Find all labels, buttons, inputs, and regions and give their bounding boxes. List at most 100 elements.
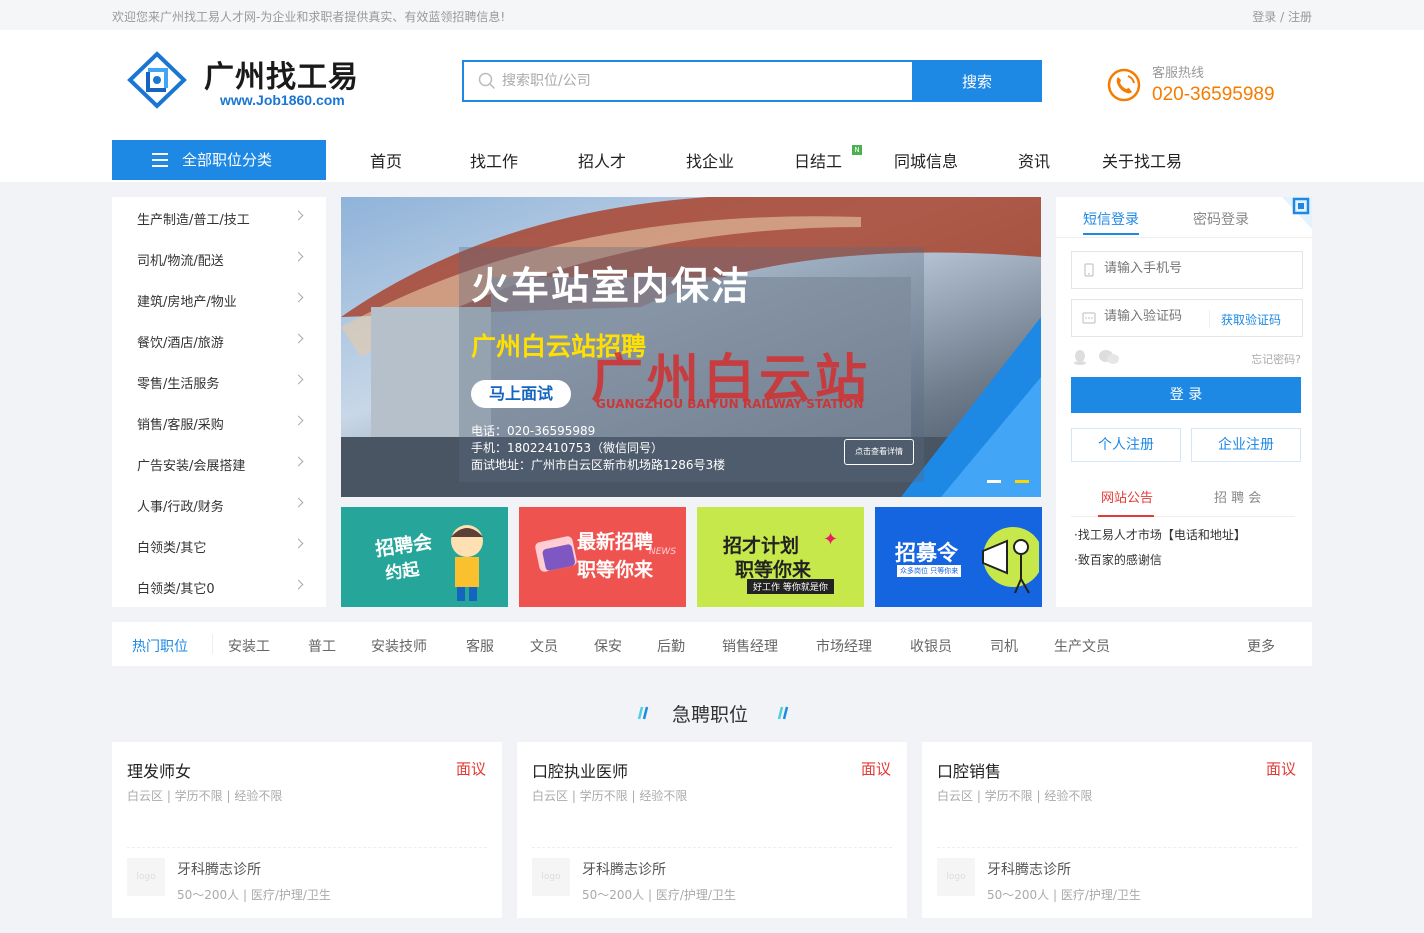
- promo-tile-fair[interactable]: 招聘会 约起: [341, 507, 508, 607]
- job-salary: 面议: [455, 760, 486, 778]
- tab-notice[interactable]: 网站公告: [1101, 487, 1153, 506]
- category-item[interactable]: 人事/行政/财务: [112, 484, 326, 525]
- auth-links: 登录 / 注册: [1252, 8, 1312, 25]
- promo-tile-recruit[interactable]: 招募令 众多岗位 只等你来: [875, 507, 1042, 607]
- category-item[interactable]: 零售/生活服务: [112, 361, 326, 402]
- category-item[interactable]: 销售/客服/采购: [112, 402, 326, 443]
- company-name[interactable]: 牙科腾志诊所: [987, 859, 1071, 879]
- promo-tile-latest[interactable]: 最新招聘 职等你来 NEWS: [519, 507, 686, 607]
- promo-tile-plan[interactable]: 招才计划 职等你来 好工作 等你就是你 ✦: [697, 507, 864, 607]
- chevron-right-icon: [293, 292, 304, 303]
- tab-password-login[interactable]: 密码登录: [1193, 209, 1249, 229]
- category-label: 人事/行政/财务: [137, 500, 224, 515]
- phone-input[interactable]: [1104, 261, 1294, 276]
- nav-news[interactable]: 资讯: [1018, 148, 1050, 172]
- job-card[interactable]: 口腔执业医师 面议 白云区 | 学历不限 | 经验不限 logo 牙科腾志诊所 …: [517, 742, 907, 918]
- hero-banner[interactable]: 火车站室内保洁 广州白云站招聘 广州白云站 GUANGZHOU BAIYUN R…: [341, 197, 1041, 497]
- job-card[interactable]: 口腔销售 面议 白云区 | 学历不限 | 经验不限 logo 牙科腾志诊所 50…: [922, 742, 1312, 918]
- company-meta: 50～200人 | 医疗/护理/卫生: [987, 888, 1141, 902]
- notice-item[interactable]: ·致百家的感谢信: [1074, 551, 1162, 568]
- chevron-right-icon: [293, 333, 304, 344]
- category-label: 广告安装/会展搭建: [137, 459, 246, 474]
- chevron-right-icon: [293, 374, 304, 385]
- category-item[interactable]: 生产制造/普工/技工: [112, 197, 326, 238]
- nav-daily-work[interactable]: 日结工: [794, 148, 842, 172]
- qrcode-icon[interactable]: [1282, 197, 1312, 229]
- login-link[interactable]: 登录: [1252, 10, 1276, 24]
- company-register-button[interactable]: 企业注册: [1191, 428, 1301, 462]
- nav-home[interactable]: 首页: [370, 148, 402, 172]
- category-item[interactable]: 广告安装/会展搭建: [112, 443, 326, 484]
- login-button[interactable]: 登 录: [1071, 377, 1301, 413]
- banner-mobile: 手机：18022410753（微信同号）: [471, 441, 663, 455]
- hot-jobs-bar: 热门职位 安装工 普工 安装技师 客服 文员 保安 后勤 销售经理 市场经理 收…: [112, 622, 1312, 666]
- promo-line2: 众多岗位 只等你来: [897, 565, 962, 577]
- category-item[interactable]: 司机/物流/配送: [112, 238, 326, 279]
- hot-job-link[interactable]: 市场经理: [816, 636, 872, 656]
- register-link[interactable]: 注册: [1288, 10, 1312, 24]
- hot-job-link[interactable]: 保安: [594, 636, 622, 656]
- category-label: 白领类/其它: [137, 541, 207, 556]
- hot-job-link[interactable]: 安装工: [228, 636, 270, 656]
- tab-sms-login[interactable]: 短信登录: [1083, 209, 1139, 229]
- nav-find-company[interactable]: 找企业: [686, 148, 734, 172]
- forgot-password-link[interactable]: 忘记密码?: [1251, 351, 1301, 367]
- hot-job-link[interactable]: 生产文员: [1054, 636, 1110, 656]
- category-item[interactable]: 建筑/房地产/物业: [112, 279, 326, 320]
- wechat-icon[interactable]: [1098, 349, 1120, 365]
- title-decoration-right-icon: [777, 706, 789, 720]
- qq-icon[interactable]: [1072, 349, 1088, 365]
- job-meta: 白云区 | 学历不限 | 经验不限: [127, 789, 283, 803]
- search-button[interactable]: 搜索: [912, 60, 1042, 102]
- carousel-dot-active[interactable]: [1015, 480, 1029, 483]
- hot-job-link[interactable]: 客服: [466, 636, 494, 656]
- logo-icon[interactable]: [126, 50, 188, 110]
- nav-recruit[interactable]: 招人才: [578, 148, 626, 172]
- company-logo: logo: [532, 858, 570, 896]
- job-card[interactable]: 理发师女 面议 白云区 | 学历不限 | 经验不限 logo 牙科腾志诊所 50…: [112, 742, 502, 918]
- search-input[interactable]: [502, 68, 902, 94]
- hot-job-link[interactable]: 文员: [530, 636, 558, 656]
- menu-icon: [152, 153, 168, 167]
- category-item[interactable]: 餐饮/酒店/旅游: [112, 320, 326, 361]
- hot-job-link[interactable]: 收银员: [910, 636, 952, 656]
- hot-job-link[interactable]: 后勤: [657, 636, 685, 656]
- hot-job-link[interactable]: 销售经理: [722, 636, 778, 656]
- get-code-button[interactable]: 获取验证码: [1221, 311, 1281, 328]
- hot-jobs-more-link[interactable]: 更多: [1247, 636, 1275, 656]
- personal-register-button[interactable]: 个人注册: [1071, 428, 1181, 462]
- nav-about[interactable]: 关于找工易: [1102, 148, 1182, 172]
- company-name[interactable]: 牙科腾志诊所: [177, 859, 261, 879]
- chevron-right-icon: [293, 251, 304, 262]
- banner-cta-button[interactable]: 马上面试: [471, 380, 571, 408]
- nav-local-info[interactable]: 同城信息: [894, 148, 958, 172]
- all-categories-button[interactable]: 全部职位分类: [112, 140, 326, 180]
- search-icon: [478, 72, 496, 90]
- banner-headline: 火车站室内保洁: [471, 264, 752, 308]
- job-title[interactable]: 口腔执业医师: [532, 758, 628, 782]
- hot-job-link[interactable]: 普工: [308, 636, 336, 656]
- hot-job-link[interactable]: 司机: [990, 636, 1018, 656]
- code-input[interactable]: [1104, 309, 1204, 324]
- category-label: 餐饮/酒店/旅游: [137, 336, 224, 351]
- carousel-dot[interactable]: [987, 480, 1001, 483]
- chevron-right-icon: [293, 456, 304, 467]
- category-label: 销售/客服/采购: [137, 418, 224, 433]
- logo-title[interactable]: 广州找工易: [204, 52, 359, 96]
- category-item[interactable]: 白领类/其它0: [112, 566, 326, 607]
- job-title[interactable]: 理发师女: [127, 758, 191, 782]
- hotline-label: 客服热线: [1152, 66, 1205, 81]
- hot-job-link[interactable]: 安装技师: [371, 636, 427, 656]
- category-item[interactable]: 白领类/其它: [112, 525, 326, 566]
- promo-line1: 最新招聘: [577, 531, 654, 553]
- job-title[interactable]: 口腔销售: [937, 758, 1001, 782]
- nav-find-job[interactable]: 找工作: [470, 148, 518, 172]
- code-field[interactable]: 获取验证码: [1071, 299, 1303, 337]
- phone-field[interactable]: [1071, 251, 1303, 289]
- banner-phone: 电话：020-36595989: [471, 424, 596, 438]
- tab-job-fair[interactable]: 招 聘 会: [1214, 487, 1261, 506]
- banner-detail-button[interactable]: 点击查看详情: [844, 439, 914, 465]
- company-name[interactable]: 牙科腾志诊所: [582, 859, 666, 879]
- notice-item[interactable]: ·找工易人才市场【电话和地址】: [1074, 526, 1246, 543]
- divider: [1209, 310, 1210, 328]
